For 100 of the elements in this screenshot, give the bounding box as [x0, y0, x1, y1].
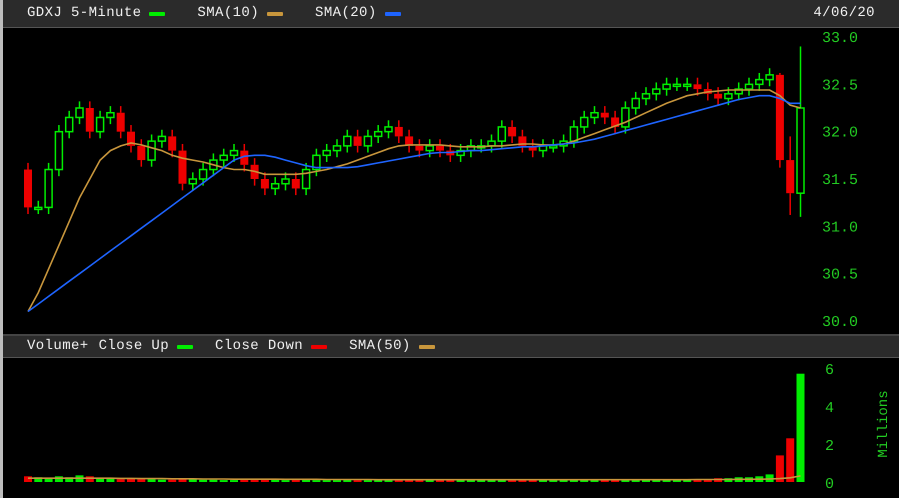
axis-tick-label: 2	[825, 438, 834, 455]
axis-tick-label: 6	[825, 362, 834, 379]
axis-tick-label: 33.0	[822, 30, 858, 47]
volume-bar	[34, 477, 42, 482]
axis-title: Millions	[876, 390, 892, 458]
candlestick	[219, 148, 228, 167]
candlestick	[631, 92, 640, 115]
candlestick	[600, 106, 609, 124]
volume-bar	[642, 480, 650, 482]
volume-bar	[652, 480, 660, 482]
candlestick	[250, 158, 259, 186]
volume-bar	[724, 478, 732, 482]
volume-bar	[106, 478, 114, 482]
volume-bar	[199, 480, 208, 482]
candlestick	[394, 120, 403, 144]
candlestick	[188, 172, 198, 190]
candlestick	[86, 101, 94, 138]
volume-bar	[24, 476, 32, 482]
volume-bar	[260, 479, 269, 482]
candlestick	[302, 162, 310, 196]
candlestick	[198, 162, 208, 186]
candlestick	[240, 144, 248, 172]
candlestick	[642, 87, 650, 106]
volume-bar	[570, 480, 578, 482]
candlestick	[415, 139, 424, 158]
volume-bar	[498, 480, 506, 482]
candlestick	[528, 139, 537, 158]
candlestick	[621, 101, 630, 134]
candlestick	[24, 162, 32, 214]
candlestick	[281, 172, 290, 190]
candlestick	[158, 130, 166, 148]
axis-tick-label: 31.5	[822, 172, 858, 189]
candlestick	[580, 110, 588, 134]
candlestick	[425, 139, 434, 158]
candlestick	[652, 82, 661, 100]
candlestick	[724, 87, 733, 106]
candlestick	[744, 78, 754, 96]
candlestick	[364, 130, 372, 152]
volume-bar	[683, 480, 692, 482]
candlestick	[106, 106, 115, 124]
candlestick	[694, 78, 702, 96]
candlestick	[147, 134, 156, 167]
candlestick	[178, 144, 186, 190]
candlestick	[755, 72, 764, 91]
volume-bar	[240, 480, 248, 482]
candlestick	[682, 78, 692, 91]
candlestick	[466, 139, 476, 158]
chart-date: 4/06/20	[813, 4, 875, 23]
axis-tick-label: 4	[825, 400, 834, 417]
axis-tick-label: 30.5	[822, 266, 858, 284]
volume-bar	[672, 480, 681, 482]
volume-bar	[302, 480, 310, 482]
legend-label: SMA(50)	[349, 337, 411, 356]
volume-bar	[745, 477, 753, 482]
candlestick	[446, 144, 454, 162]
candlestick	[704, 82, 712, 100]
candlestick	[374, 125, 382, 144]
candlestick	[436, 139, 444, 158]
candlestick	[714, 87, 722, 106]
candlestick	[498, 120, 506, 148]
candlestick	[116, 106, 125, 138]
volume-bar	[621, 480, 630, 482]
volume-bar	[168, 480, 176, 482]
candlestick	[559, 134, 568, 152]
candlestick	[765, 68, 774, 86]
candlestick	[127, 125, 135, 152]
candlestick	[570, 120, 578, 148]
volume-bar	[65, 477, 74, 482]
legend-label: SMA(20)	[315, 4, 377, 23]
volume-bar	[734, 477, 743, 482]
axis-tick-label: 0	[825, 476, 834, 492]
volume-bar	[704, 479, 712, 482]
volume-bar	[694, 479, 702, 482]
volume-bar	[44, 478, 53, 482]
candlestick	[230, 144, 238, 162]
candlestick	[508, 120, 516, 144]
axis-tick-label: 30.0	[822, 314, 858, 331]
candlestick	[96, 110, 104, 138]
volume-bar	[776, 455, 784, 482]
volume-bar	[786, 438, 794, 482]
candlestick	[456, 144, 465, 162]
volume-bar	[632, 480, 640, 482]
candlestick	[270, 177, 280, 196]
legend-label: Volume+	[27, 337, 89, 356]
legend-label: Close Down	[215, 337, 304, 356]
legend-label: SMA(10)	[197, 4, 260, 23]
volume-bar	[158, 480, 166, 482]
axis-tick-label: 32.0	[822, 124, 858, 142]
candlestick	[75, 101, 84, 124]
volume-bar	[188, 479, 197, 482]
candlestick	[292, 172, 300, 196]
candlestick	[549, 139, 558, 152]
candlestick	[538, 139, 548, 158]
candlestick	[662, 78, 671, 96]
candlestick	[487, 134, 496, 152]
volume-bar	[394, 480, 403, 482]
volume-bar	[714, 478, 722, 482]
volume-bar	[116, 479, 125, 482]
candlestick	[137, 139, 146, 167]
volume-bar	[250, 480, 259, 482]
